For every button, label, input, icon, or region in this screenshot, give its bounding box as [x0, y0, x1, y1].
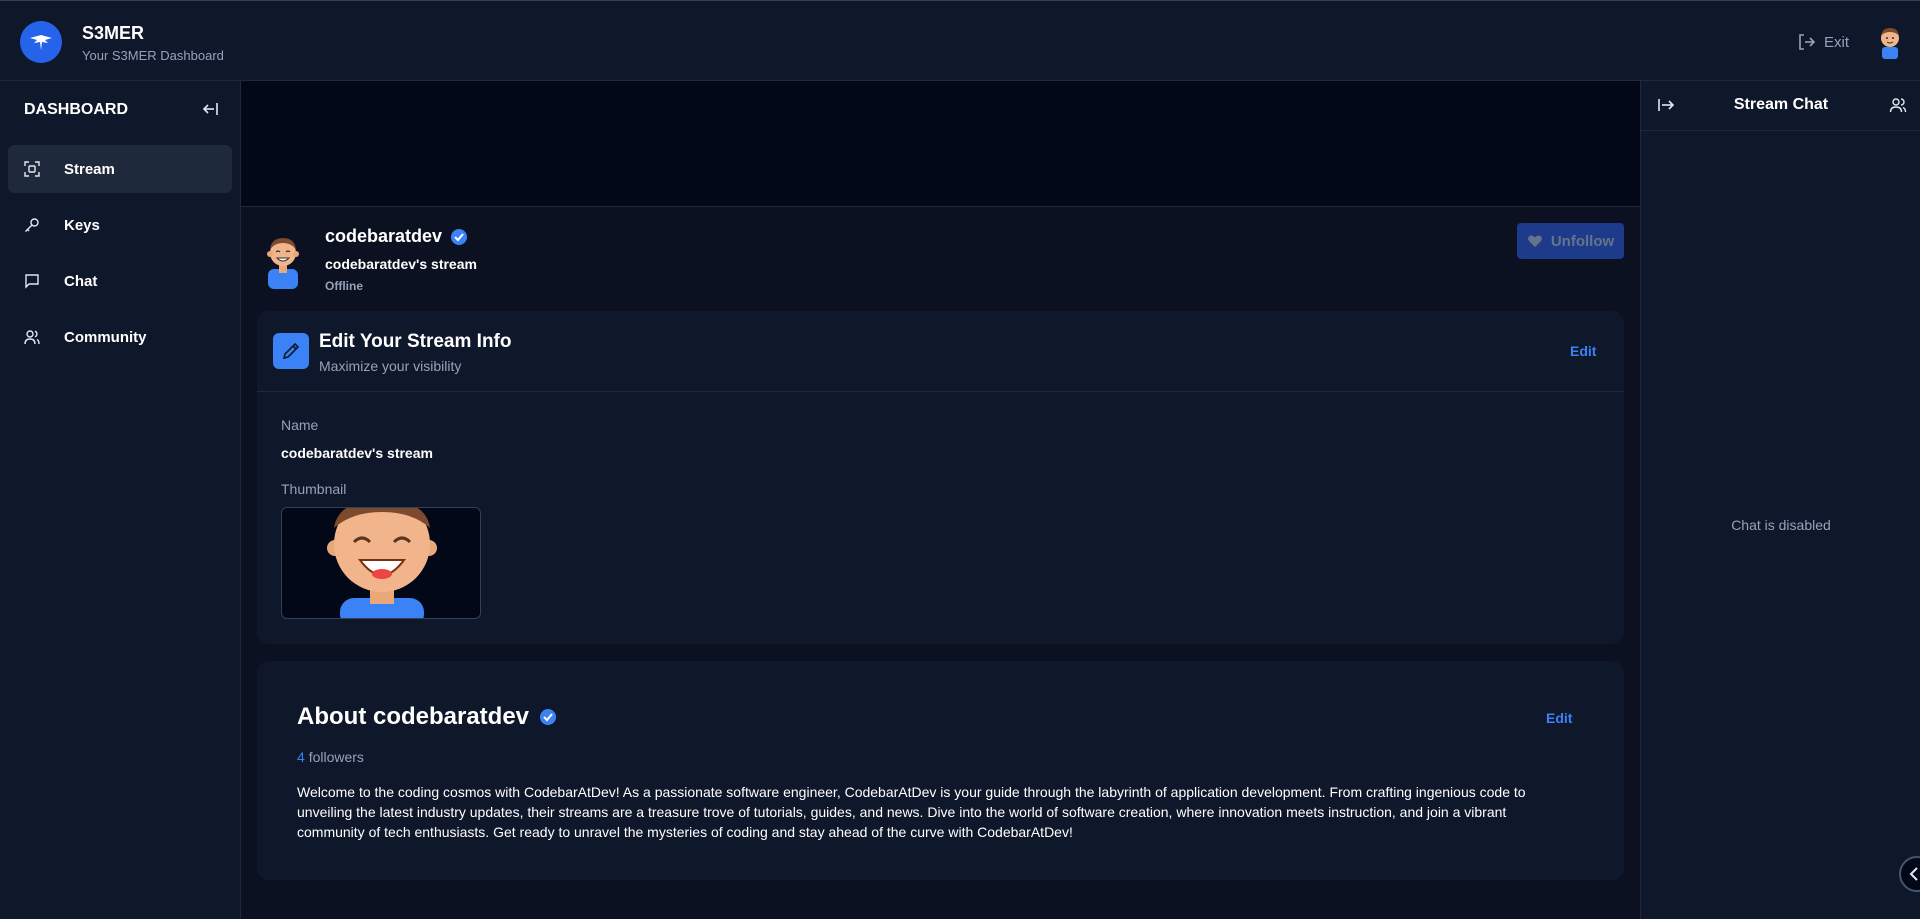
- expand-chevron-button[interactable]: [1899, 856, 1920, 892]
- users-icon: [24, 330, 40, 345]
- followers-label: followers: [308, 749, 364, 765]
- about-title-text: About codebaratdev: [297, 703, 530, 730]
- thumbnail-image: [281, 507, 481, 619]
- brand-title: S3MER: [82, 23, 145, 43]
- card-header: Edit Your Stream Info Maximize your visi…: [257, 311, 1624, 392]
- main-content: codebaratdev codebaratdev's stream Offli…: [241, 81, 1640, 919]
- about-title: About codebaratdev: [297, 703, 557, 731]
- stream-chat-panel: Stream Chat Chat is disabled: [1640, 81, 1920, 919]
- users-icon[interactable]: [1889, 96, 1907, 114]
- chat-disabled-text: Chat is disabled: [1731, 517, 1831, 533]
- status-badge: Offline: [325, 279, 363, 293]
- about-card: About codebaratdev Edit 4 followers Welc…: [257, 661, 1624, 880]
- sidebar-item-keys[interactable]: Keys: [8, 201, 232, 249]
- thumbnail-label: Thumbnail: [281, 481, 347, 497]
- unfollow-button[interactable]: Unfollow: [1517, 223, 1624, 259]
- followers-number: 4: [297, 749, 305, 765]
- chevron-left-icon: [1909, 867, 1918, 881]
- sidebar-item-stream[interactable]: Stream: [8, 145, 232, 193]
- sidebar-item-label: Stream: [64, 160, 115, 178]
- bio-text: Welcome to the coding cosmos with Codeba…: [297, 784, 1526, 840]
- host-name-text: codebaratdev: [325, 226, 443, 246]
- bird-logo-icon[interactable]: [20, 21, 62, 63]
- pencil-icon: [273, 333, 309, 369]
- sidebar-item-label: Keys: [64, 216, 100, 234]
- exit-label: Exit: [1824, 33, 1850, 51]
- host-avatar: [263, 231, 303, 289]
- edit-stream-info-button[interactable]: Edit: [1570, 343, 1596, 359]
- name-label: Name: [281, 417, 319, 433]
- sidebar-item-chat[interactable]: Chat: [8, 257, 232, 305]
- exit-button[interactable]: Exit: [1796, 30, 1849, 54]
- card-subtitle: Maximize your visibility: [319, 358, 462, 374]
- collapse-sidebar-icon[interactable]: [201, 99, 221, 119]
- video-player[interactable]: [241, 81, 1640, 207]
- logout-icon: [1799, 34, 1816, 50]
- name-value: codebaratdev's stream: [281, 445, 433, 461]
- edit-about-button[interactable]: Edit: [1546, 710, 1572, 726]
- chat-header: Stream Chat: [1641, 81, 1920, 131]
- key-icon: [25, 218, 39, 232]
- sidebar-item-community[interactable]: Community: [8, 313, 232, 361]
- top-header: S3MER Your S3MER Dashboard Exit: [0, 0, 1920, 81]
- verified-icon: [540, 709, 557, 725]
- host-name: codebaratdev: [325, 226, 468, 247]
- stream-name: codebaratdev's stream: [325, 256, 477, 272]
- sidebar: DASHBOARD Stream Keys Chat Community: [0, 81, 241, 919]
- verified-icon: [451, 228, 468, 245]
- edit-stream-info-card: Edit Your Stream Info Maximize your visi…: [257, 311, 1624, 644]
- brand-subtitle: Your S3MER Dashboard: [82, 48, 224, 63]
- unfollow-label: Unfollow: [1550, 232, 1615, 250]
- sidebar-title: DASHBOARD: [24, 101, 128, 118]
- card-title: Edit Your Stream Info: [319, 331, 512, 352]
- user-avatar[interactable]: [1874, 25, 1906, 59]
- heart-icon: [1527, 235, 1542, 247]
- stream-icon: [24, 161, 40, 177]
- followers-count: 4 followers: [297, 749, 364, 765]
- sidebar-item-label: Community: [64, 328, 147, 346]
- chat-title: Stream Chat: [1733, 96, 1829, 113]
- message-icon: [25, 274, 39, 289]
- sidebar-item-label: Chat: [64, 272, 98, 290]
